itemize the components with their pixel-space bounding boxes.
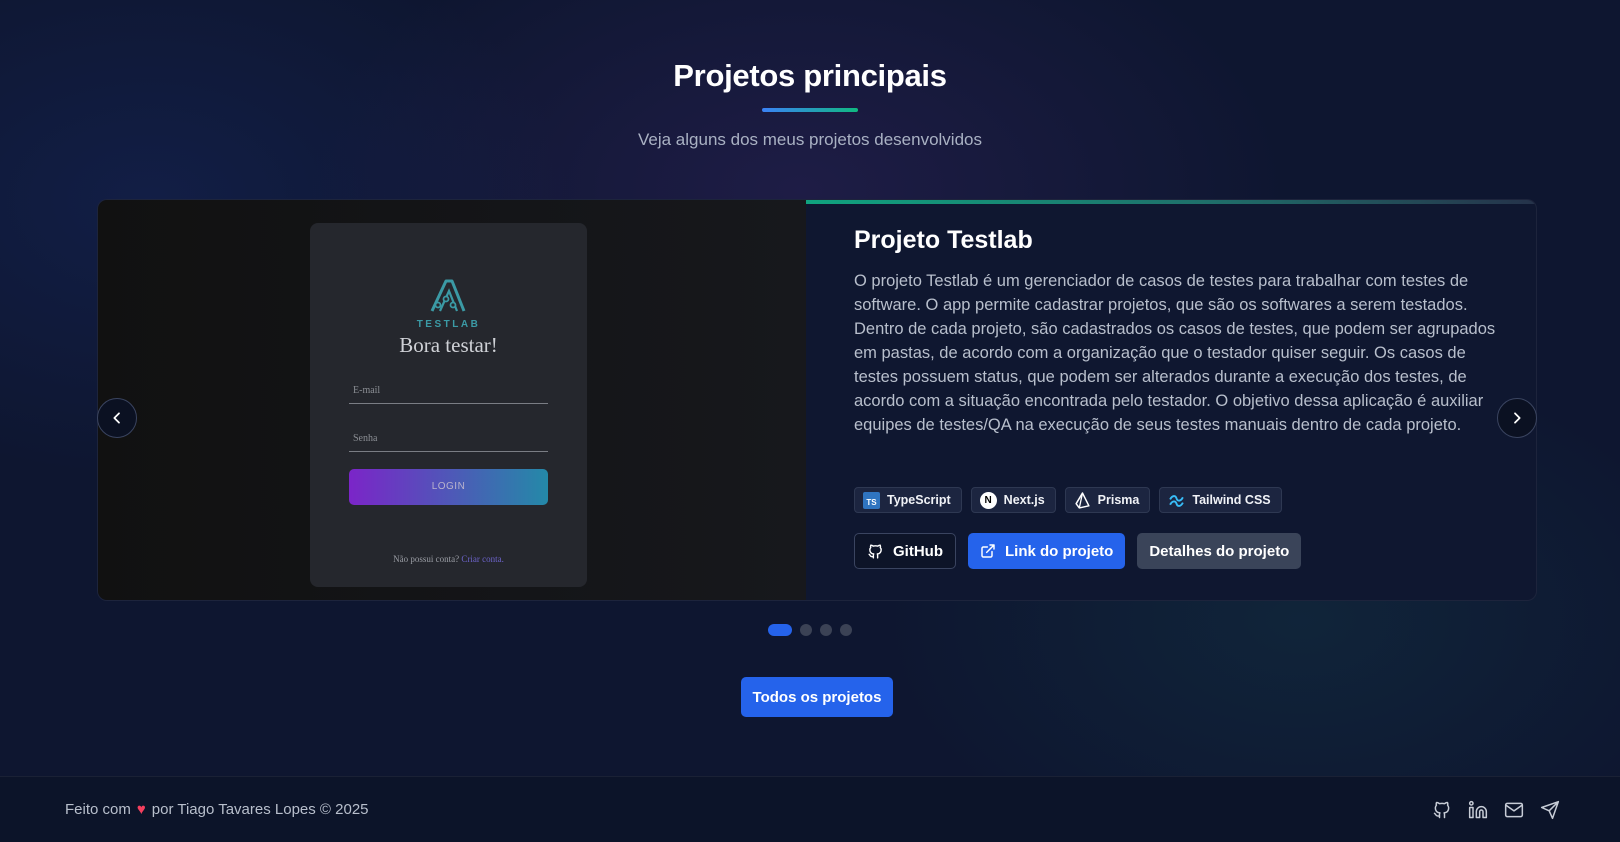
project-screenshot[interactable]: TESTLAB Bora testar! E-mail Senha LOGIN … — [98, 200, 806, 600]
mock-email-field: E-mail — [349, 380, 548, 404]
github-button[interactable]: GitHub — [854, 533, 956, 569]
send-icon[interactable] — [1540, 800, 1560, 820]
mock-heading: Bora testar! — [399, 333, 498, 357]
footer-author: por Tiago Tavares Lopes © 2025 — [151, 801, 369, 818]
title-underline — [762, 108, 858, 112]
social-links — [1432, 800, 1560, 820]
carousel-dot-3[interactable] — [820, 624, 832, 636]
tech-badge-prisma: Prisma — [1064, 487, 1151, 513]
prisma-icon — [1075, 491, 1090, 509]
carousel-dot-1[interactable] — [768, 624, 792, 636]
github-icon — [868, 543, 882, 559]
tech-label: Next.js — [1003, 493, 1045, 507]
tech-label: Tailwind CSS — [1192, 493, 1271, 507]
github-icon[interactable] — [1432, 800, 1452, 820]
mock-signup-text: Não possui conta? Criar conta. — [310, 554, 587, 564]
project-link-button[interactable]: Link do projeto — [968, 533, 1126, 569]
mail-icon[interactable] — [1504, 800, 1524, 820]
carousel-dot-2[interactable] — [800, 624, 812, 636]
chevron-right-icon — [1514, 412, 1521, 424]
mock-login-card: TESTLAB Bora testar! E-mail Senha LOGIN … — [310, 223, 587, 587]
project-info: Projeto Testlab O projeto Testlab é um g… — [806, 200, 1536, 600]
carousel-dot-4[interactable] — [840, 624, 852, 636]
tailwind-icon — [1169, 494, 1185, 507]
all-projects-button[interactable]: Todos os projetos — [741, 677, 893, 717]
project-carousel: TESTLAB Bora testar! E-mail Senha LOGIN … — [97, 199, 1537, 601]
nextjs-icon: N — [979, 491, 997, 509]
project-details-button[interactable]: Detalhes do projeto — [1137, 533, 1302, 569]
section-title: Projetos principais — [673, 58, 947, 93]
heart-icon: ♥ — [136, 801, 146, 818]
github-button-label: GitHub — [893, 542, 943, 560]
project-title: Projeto Testlab — [854, 226, 1033, 254]
carousel-indicators — [0, 624, 1620, 636]
mock-signup-label: Não possui conta? — [393, 554, 460, 564]
chevron-left-icon — [113, 412, 120, 424]
carousel-next-button[interactable] — [1497, 398, 1537, 438]
footer-made-with: Feito com — [65, 801, 131, 818]
info-accent-bar — [806, 200, 1536, 204]
carousel-prev-button[interactable] — [97, 398, 137, 438]
section-subtitle: Veja alguns dos meus projetos desenvolvi… — [638, 130, 982, 149]
footer: Feito com ♥ por Tiago Tavares Lopes © 20… — [0, 776, 1620, 842]
linkedin-icon[interactable] — [1468, 800, 1488, 820]
tech-badge-nextjs: N Next.js — [970, 487, 1056, 513]
tech-list: TS TypeScript N Next.js Prisma Tailwind … — [854, 487, 1510, 513]
footer-credits: Feito com ♥ por Tiago Tavares Lopes © 20… — [65, 801, 369, 818]
tech-label: Prisma — [1097, 493, 1140, 507]
mock-signup-link: Criar conta. — [461, 554, 504, 564]
project-link-label: Link do projeto — [1005, 542, 1114, 560]
section-header: Projetos principais Veja alguns dos meus… — [0, 58, 1620, 150]
external-link-icon — [981, 544, 995, 558]
tech-badge-typescript: TS TypeScript — [854, 487, 962, 513]
typescript-icon: TS — [863, 491, 880, 509]
mock-password-field: Senha — [349, 428, 548, 452]
mock-login-button: LOGIN — [349, 469, 548, 505]
testlab-logo-icon — [430, 279, 466, 312]
mock-logo-text: TESTLAB — [416, 319, 481, 330]
project-actions: GitHub Link do projeto Detalhes do proje… — [854, 533, 1510, 569]
project-details-label: Detalhes do projeto — [1149, 542, 1290, 560]
tech-label: TypeScript — [887, 493, 951, 507]
tech-badge-tailwind: Tailwind CSS — [1159, 487, 1282, 513]
project-description: O projeto Testlab é um gerenciador de ca… — [854, 272, 1496, 434]
